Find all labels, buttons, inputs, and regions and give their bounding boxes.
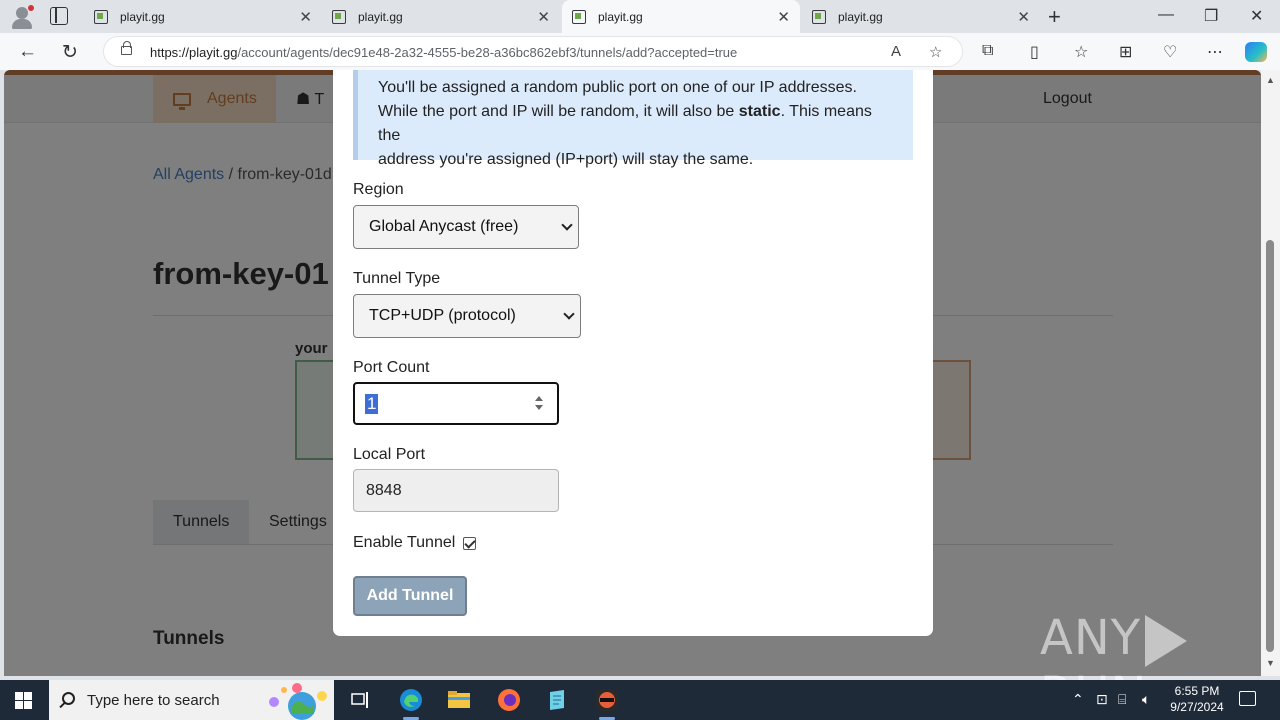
add-tunnel-button[interactable]: Add Tunnel (353, 576, 467, 616)
tab-strip: playit.gg ✕ playit.gg ✕ playit.gg ✕ play… (0, 0, 1280, 33)
notepad-icon[interactable] (545, 688, 569, 712)
tab-actions-icon[interactable] (50, 7, 68, 25)
minimize-icon[interactable]: — (1158, 6, 1174, 24)
close-tab-icon[interactable]: ✕ (537, 8, 550, 26)
copilot-icon[interactable] (1245, 42, 1267, 62)
firefox-icon[interactable] (497, 688, 521, 712)
back-arrow-icon[interactable]: ← (18, 41, 37, 63)
performance-icon[interactable]: ♡ (1163, 42, 1177, 62)
show-hidden-icons-icon[interactable]: ⌃ (1072, 691, 1084, 708)
close-window-icon[interactable]: ✕ (1250, 6, 1263, 26)
search-highlight-icon (269, 683, 327, 720)
address-row: ← ↻ https://playit.gg/account/agents/dec… (0, 33, 1280, 70)
browser-tab[interactable]: playit.gg ✕ (322, 0, 560, 33)
info-text-line: You'll be assigned a random public port … (378, 79, 857, 96)
info-text-line: While the port and IP will be random, it… (378, 103, 872, 144)
enable-tunnel-checkbox[interactable] (463, 537, 476, 550)
tab-title: playit.gg (358, 9, 403, 24)
search-icon (62, 692, 75, 705)
collections-icon[interactable]: ⊞ (1119, 42, 1132, 62)
url-text[interactable]: https://playit.gg/account/agents/dec91e4… (150, 45, 737, 60)
lock-icon[interactable] (121, 41, 132, 55)
port-count-input[interactable]: 1 (353, 382, 559, 425)
taskbar-clock[interactable]: 6:55 PM 9/27/2024 (1162, 683, 1232, 715)
region-select[interactable]: Global Anycast (free) (353, 205, 579, 249)
tunnel-type-label: Tunnel Type (353, 270, 441, 287)
browser-tab[interactable]: playit.gg ✕ (802, 0, 1040, 33)
page-viewport: Agents ☗ T Logout All Agents / from-key-… (4, 70, 1261, 676)
notifications-icon[interactable] (1239, 691, 1256, 706)
info-callout: You'll be assigned a random public port … (353, 70, 913, 168)
tab-title: playit.gg (838, 9, 883, 24)
add-tunnel-modal: You'll be assigned a random public port … (333, 70, 933, 636)
favicon-icon (812, 9, 826, 24)
restore-icon[interactable]: ❐ (1204, 6, 1218, 26)
file-explorer-icon[interactable] (447, 688, 471, 712)
read-aloud-icon[interactable]: A (891, 43, 901, 60)
close-tab-icon[interactable]: ✕ (777, 8, 790, 26)
address-bar[interactable]: https://playit.gg/account/agents/dec91e4… (103, 36, 963, 67)
task-view-icon[interactable] (348, 688, 372, 712)
volume-icon[interactable]: 🔈︎ (1142, 691, 1150, 708)
edge-icon[interactable] (399, 688, 423, 720)
scroll-up-icon[interactable]: ▲ (1266, 75, 1275, 85)
favorite-star-icon[interactable]: ☆ (929, 43, 942, 61)
refresh-icon[interactable]: ↻ (62, 41, 78, 64)
region-label: Region (353, 181, 404, 198)
favorites-icon[interactable]: ☆ (1074, 42, 1088, 62)
local-port-input[interactable]: 8848 (353, 469, 559, 512)
close-tab-icon[interactable]: ✕ (299, 8, 312, 26)
local-port-label: Local Port (353, 446, 426, 463)
profile-icon[interactable] (10, 5, 34, 29)
play-icon (1145, 615, 1188, 667)
close-tab-icon[interactable]: ✕ (1017, 8, 1030, 26)
more-menu-icon[interactable]: ⋯ (1207, 42, 1223, 62)
tab-title: playit.gg (120, 9, 165, 24)
port-count-label: Port Count (353, 359, 430, 376)
chevron-down-icon (563, 308, 575, 320)
device-icon[interactable]: ⊡ (1096, 691, 1108, 708)
browser-tab-active[interactable]: playit.gg ✕ (562, 0, 800, 33)
region-selected-value: Global Anycast (free) (369, 218, 519, 235)
windows-start-icon[interactable] (15, 692, 32, 709)
tab-title: playit.gg (598, 9, 643, 24)
scrollbar-thumb[interactable] (1266, 240, 1274, 652)
playit-app-icon[interactable] (595, 688, 619, 720)
favicon-icon (332, 9, 346, 24)
search-placeholder: Type here to search (87, 692, 220, 709)
info-text-line: address you're assigned (IP+port) will s… (378, 151, 754, 168)
page-scrollbar[interactable]: ▲ ▼ (1261, 70, 1280, 676)
enable-tunnel-label: Enable Tunnel (353, 534, 456, 551)
clock-date: 9/27/2024 (1170, 700, 1224, 714)
chevron-down-icon (561, 219, 573, 231)
extensions-icon[interactable]: ⧉ (982, 42, 993, 60)
tunnel-type-select[interactable]: TCP+UDP (protocol) (353, 294, 581, 338)
split-screen-icon[interactable]: ▯ (1030, 42, 1039, 62)
clock-time: 6:55 PM (1174, 684, 1220, 698)
tunnel-type-selected-value: TCP+UDP (protocol) (369, 307, 516, 324)
favicon-icon (94, 9, 108, 24)
network-icon[interactable]: ⌸ (1118, 691, 1126, 708)
new-tab-icon[interactable]: + (1048, 4, 1061, 30)
port-count-value: 1 (365, 394, 379, 414)
browser-tab[interactable]: playit.gg ✕ (84, 0, 322, 33)
favicon-icon (572, 9, 586, 24)
windows-taskbar: Type here to search ⌃ ⊡ ⌸ 🔈︎ 6:55 PM 9/2… (0, 680, 1280, 720)
number-spinner-icon[interactable] (534, 396, 544, 412)
